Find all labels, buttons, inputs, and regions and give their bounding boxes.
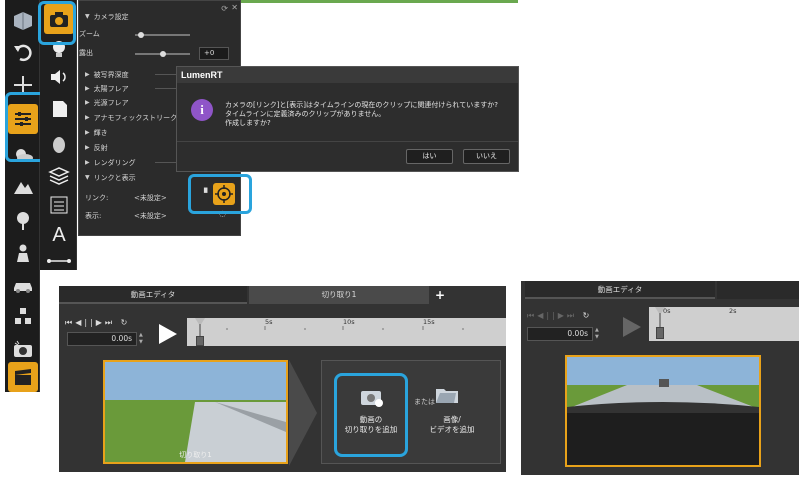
exposure-value-field[interactable]: +0 <box>199 47 229 60</box>
highlight-camera-tool <box>38 1 76 45</box>
video-editor-panel: 動画エディタ 切り取り1 + ⏮◀||▶⏭ ↻ 0.00s ▲ ▼ 5s 10s … <box>59 286 506 472</box>
path-icon[interactable] <box>44 246 74 276</box>
camera-snapshot-icon[interactable] <box>8 334 38 364</box>
transport-controls: ⏮◀||▶⏭ ↻ <box>527 311 592 321</box>
tick-label: 2s <box>729 307 737 315</box>
transport-controls: ⏮◀||▶⏭ ↻ <box>65 318 130 328</box>
video-editor-panel-preview: 動画エディタ ⏮◀||▶⏭ ↻ 0.00s ▲ ▼ 0s 2s <box>521 281 799 475</box>
undo-icon[interactable] <box>8 38 38 68</box>
top-accent-strip <box>238 0 518 3</box>
loop-icon[interactable]: ↻ <box>121 318 131 327</box>
timeline-ruler[interactable]: 5s 10s 15s <box>187 318 506 346</box>
list-icon[interactable] <box>44 190 74 220</box>
skip-start-icon[interactable]: ⏮ <box>65 318 75 327</box>
add-media-folder-icon[interactable] <box>434 383 460 405</box>
play-icon[interactable] <box>157 322 179 346</box>
add-tab-button[interactable]: + <box>431 286 449 304</box>
car-icon[interactable] <box>8 270 38 300</box>
step-forward-icon[interactable]: |▶ <box>90 318 105 327</box>
skip-end-icon[interactable]: ⏭ <box>105 318 115 327</box>
time-spinner-icon[interactable]: ▲ ▼ <box>595 327 599 341</box>
no-button[interactable]: いいえ <box>463 149 510 164</box>
clip-name: 切り取り1 <box>179 451 212 459</box>
add-clip-area: 動画の 切り取りを追加 または 画像/ ビデオを追加 <box>321 360 501 464</box>
sound-icon[interactable] <box>44 62 74 92</box>
step-back-icon[interactable]: ◀| <box>75 318 90 327</box>
yes-button[interactable]: はい <box>406 149 453 164</box>
ruler-ticks <box>226 326 464 330</box>
page-icon[interactable] <box>44 94 74 124</box>
movie-clapper-icon[interactable] <box>8 362 38 392</box>
playhead[interactable] <box>655 307 665 341</box>
refresh-icon[interactable]: ⟳ <box>221 4 228 13</box>
time-field[interactable]: 0.00s <box>527 327 593 341</box>
tab-clip[interactable]: 切り取り1 <box>249 286 429 304</box>
display-value: <未設定> <box>134 211 167 220</box>
zoom-slider-knob[interactable] <box>137 32 144 38</box>
add-clip-button[interactable]: 動画の 切り取りを追加 <box>336 415 406 435</box>
loop-icon[interactable]: ↻ <box>583 311 593 320</box>
add-clip-camera-icon[interactable] <box>359 385 385 407</box>
clip-preview[interactable] <box>565 355 761 467</box>
camera-settings-header[interactable]: ▼ カメラ設定 <box>79 10 240 23</box>
time-spinner-icon[interactable]: ▲ ▼ <box>139 332 143 346</box>
time-field[interactable]: 0.00s <box>67 332 137 346</box>
person-icon[interactable] <box>8 238 38 268</box>
step-back-icon[interactable]: ◀| <box>537 311 552 320</box>
cube-icon[interactable] <box>8 6 38 36</box>
or-label: または <box>414 398 435 406</box>
playhead[interactable] <box>195 318 205 346</box>
dialog-title: LumenRT <box>177 67 518 83</box>
info-icon: i <box>191 99 213 121</box>
step-forward-icon[interactable]: |▶ <box>552 311 567 320</box>
timeline-ruler[interactable]: 0s 2s <box>649 307 799 341</box>
exposure-slider-knob[interactable] <box>159 51 166 57</box>
clip-thumbnail[interactable]: 切り取り1 <box>103 360 288 464</box>
road-view-image <box>567 357 759 465</box>
exposure-slider[interactable] <box>135 51 190 57</box>
tree-icon[interactable] <box>8 206 38 236</box>
play-icon[interactable] <box>621 315 643 339</box>
tab-video-editor[interactable]: 動画エディタ <box>525 281 715 299</box>
add-media-button[interactable]: 画像/ ビデオを追加 <box>424 415 480 435</box>
highlight-link-target <box>188 174 252 214</box>
skip-end-icon[interactable]: ⏭ <box>567 311 577 320</box>
terrain-icon[interactable] <box>8 172 38 202</box>
main-toolbar <box>5 0 40 392</box>
link-value: <未設定> <box>134 193 167 202</box>
objects-icon[interactable] <box>8 302 38 332</box>
tab-next[interactable] <box>717 281 799 299</box>
road-scene-image <box>105 362 286 462</box>
arrow-shape <box>289 360 317 466</box>
zoom-slider[interactable] <box>135 32 190 38</box>
close-icon[interactable]: ✕ <box>231 3 238 12</box>
shape-icon[interactable] <box>44 130 74 160</box>
tab-video-editor[interactable]: 動画エディタ <box>59 286 247 304</box>
dialog-message: カメラの[リンク]と[表示]はタイムラインの現在のクリップに関連付けられています… <box>225 101 498 127</box>
layers-icon[interactable] <box>44 160 74 190</box>
skip-start-icon[interactable]: ⏮ <box>527 311 537 320</box>
